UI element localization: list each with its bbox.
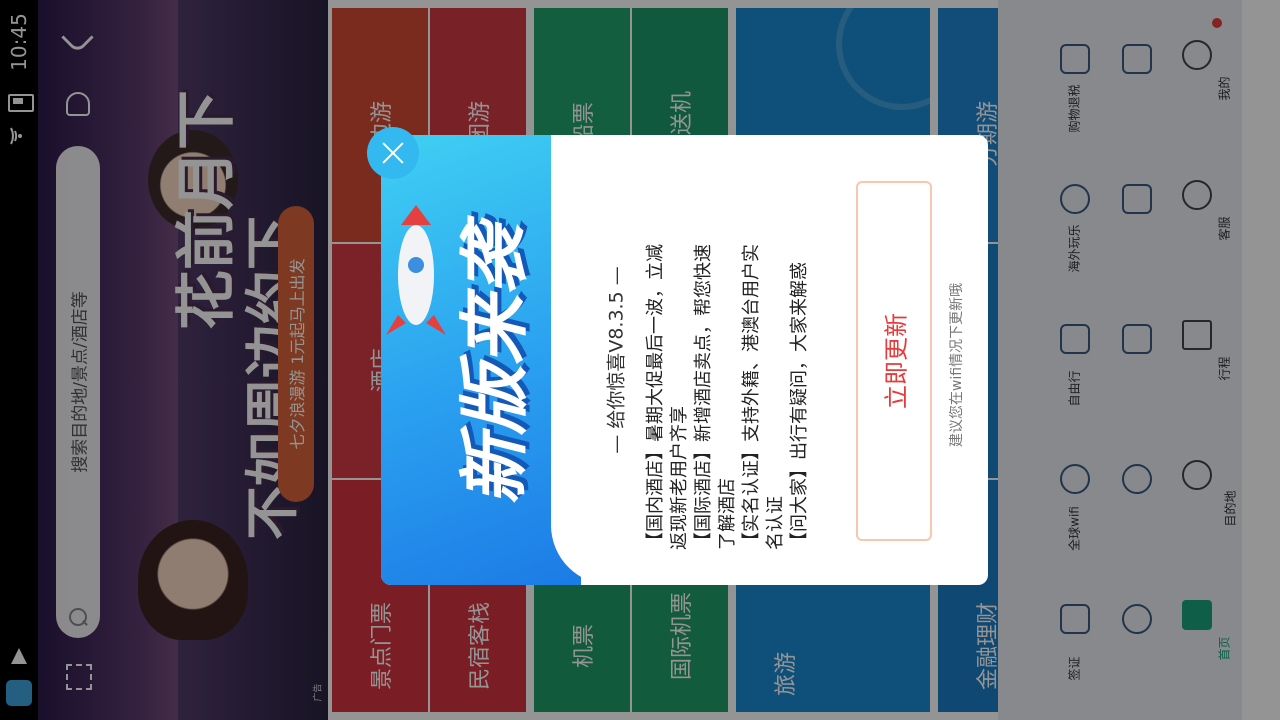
note-line: 【实名认证】支持外籍、港澳台用户实: [741, 244, 762, 550]
note-line: 【国际酒店】新增酒店卖点，帮您快速: [693, 244, 714, 550]
wifi-tip-text: 建议您在wifi情况下更新哦: [949, 282, 965, 448]
update-now-label: 立即更新: [882, 313, 911, 409]
wifi-tip: 建议您在wifi情况下更新哦: [941, 255, 971, 475]
dialog-banner-title: 新版来袭: [454, 225, 536, 505]
close-icon[interactable]: [367, 127, 419, 179]
note-line: 【问大家】出行有疑问，大家来解惑: [789, 262, 810, 550]
note-line: 返现新老用户齐享: [669, 406, 690, 550]
dialog-heading: — 给你惊喜V8.3.5 —: [595, 235, 635, 485]
update-now-button[interactable]: 立即更新: [856, 181, 932, 541]
update-dialog: 新版来袭 — 给你惊喜V8.3.5 — 【国内酒店】暑期大促最后一波，立减 返现…: [381, 135, 988, 585]
note-line: 了解酒店: [717, 478, 738, 550]
note-line: 名认证: [765, 496, 786, 550]
note-line: 【国内酒店】暑期大促最后一波，立减: [645, 244, 666, 550]
dialog-heading-text: — 给你惊喜V8.3.5 —: [605, 266, 628, 454]
dialog-notes: 【国内酒店】暑期大促最后一波，立减 返现新老用户齐享 【国际酒店】新增酒店卖点，…: [641, 150, 810, 570]
